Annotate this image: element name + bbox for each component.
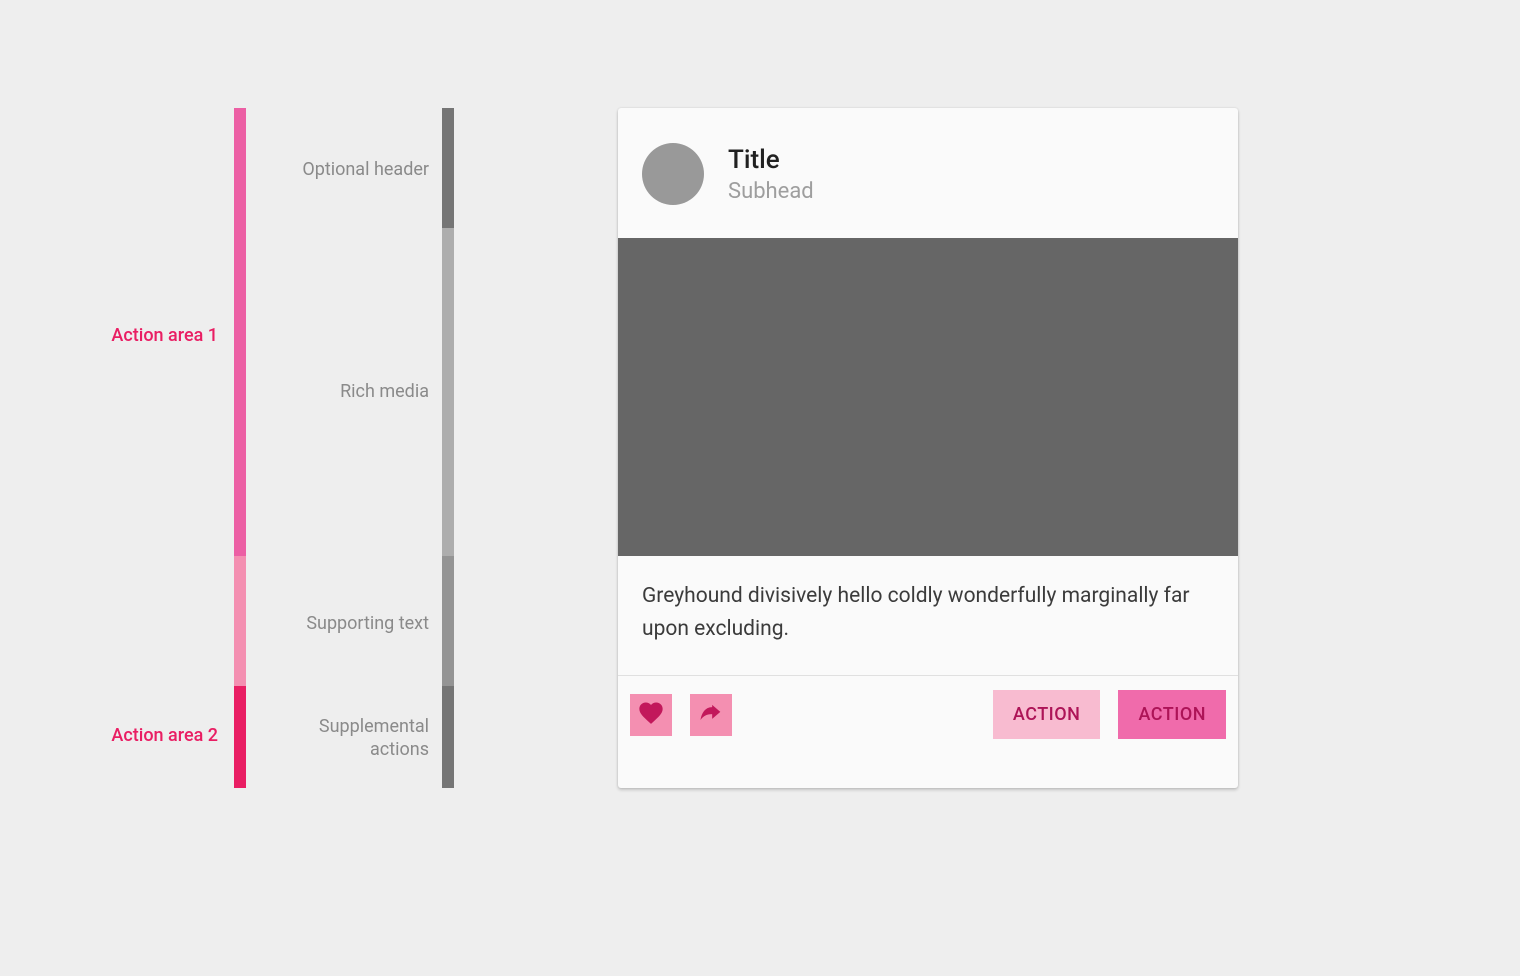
region-label-header: Optional header	[259, 158, 429, 181]
share-button[interactable]	[690, 694, 732, 736]
action-area-1-label: Action area 1	[88, 325, 218, 346]
card-supporting-text[interactable]: Greyhound divisively hello coldly wonder…	[618, 556, 1238, 676]
region-bar-supporting	[442, 556, 454, 686]
action-button-2[interactable]: ACTION	[1118, 690, 1226, 739]
card-title: Title	[728, 145, 814, 175]
card-anatomy-labels: Action area 1 Action area 2 Optional hea…	[88, 108, 618, 788]
action-area-2-bar	[234, 686, 246, 788]
region-label-media: Rich media	[259, 380, 429, 403]
favorite-button[interactable]	[630, 694, 672, 736]
action-area-2-label: Action area 2	[88, 725, 218, 746]
region-bar-supplemental	[442, 686, 454, 788]
action-area-1-bar-upper	[234, 108, 246, 556]
heart-icon	[637, 699, 665, 731]
region-bar-header	[442, 108, 454, 228]
card-media[interactable]	[618, 238, 1238, 556]
action-area-1-bar-lower	[234, 556, 246, 686]
example-card: Title Subhead Greyhound divisively hello…	[618, 108, 1238, 788]
card-header[interactable]: Title Subhead	[618, 108, 1238, 238]
share-icon	[697, 699, 725, 731]
region-label-supporting: Supporting text	[259, 612, 429, 635]
region-label-supplemental: Supplemental actions	[259, 715, 429, 762]
avatar	[642, 143, 704, 205]
region-bar-media	[442, 228, 454, 556]
action-button-1[interactable]: ACTION	[993, 690, 1101, 739]
card-subhead: Subhead	[728, 179, 814, 204]
card-actions: ACTION ACTION	[618, 676, 1238, 753]
